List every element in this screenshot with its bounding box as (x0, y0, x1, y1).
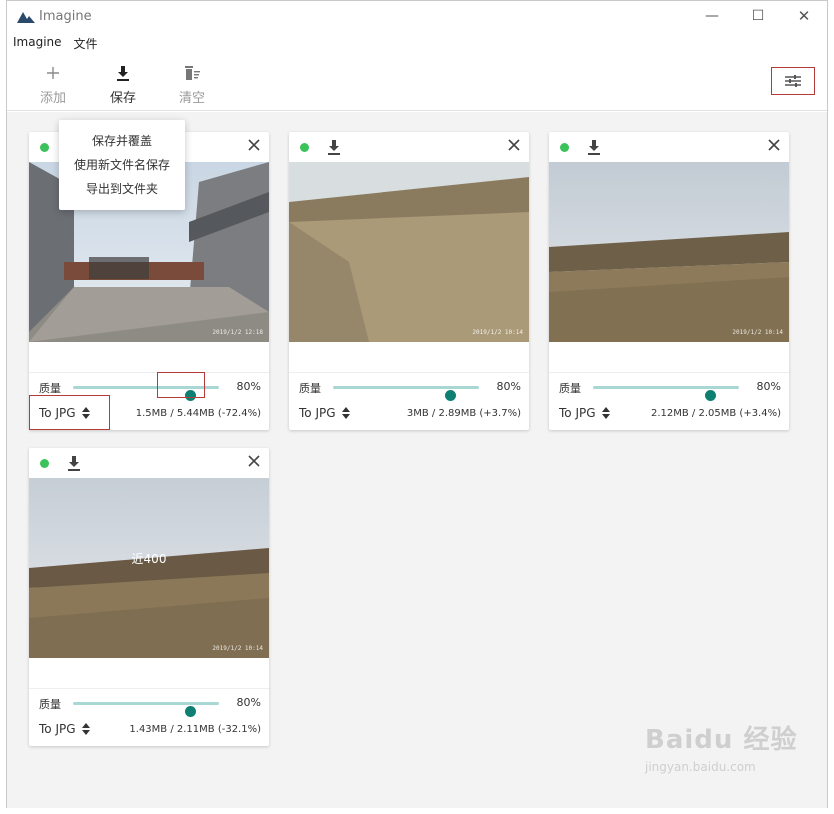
size-info: 3MB / 2.89MB (+3.7%) (406, 408, 521, 419)
download-icon[interactable] (587, 139, 601, 155)
format-label: To JPG (299, 406, 336, 420)
image-grid: 2019/1/2 12:18 质量 80% To JPG 1.5MB / 5.4… (7, 112, 827, 808)
format-select[interactable]: To JPG (299, 406, 350, 420)
close-icon[interactable] (767, 138, 781, 152)
menu-item-save-overwrite[interactable]: 保存并覆盖 (59, 132, 185, 156)
download-icon[interactable] (327, 139, 341, 155)
format-row: To JPG 1.43MB / 2.11MB (-32.1%) (29, 719, 269, 743)
quality-value: 80% (756, 380, 781, 393)
settings-button[interactable] (771, 67, 815, 95)
watermark-main: Baidu 经验 (645, 725, 798, 755)
close-icon[interactable] (247, 138, 261, 152)
app-title: Imagine (39, 9, 92, 24)
slider-thumb[interactable] (444, 390, 456, 401)
sort-arrows-icon (601, 407, 610, 419)
clear-label: 清空 (178, 91, 205, 106)
quality-label: 质量 (39, 382, 61, 395)
quality-label: 质量 (299, 382, 321, 395)
close-icon[interactable] (507, 138, 521, 152)
quality-label: 质量 (39, 698, 61, 711)
trash-icon (185, 66, 200, 80)
card-header (29, 448, 269, 478)
overlay-text: 近400 (131, 552, 167, 566)
minimize-button[interactable]: — (701, 7, 723, 25)
menu-item-save-new-name[interactable]: 使用新文件名保存 (59, 156, 185, 180)
title-bar: Imagine — ☐ ✕ (7, 1, 827, 31)
highlight-format-box (29, 395, 110, 430)
card-footer: 质量 80% To JPG 3MB / 2.89MB (+3.7%) (289, 372, 529, 430)
add-button[interactable]: 添加 (31, 63, 75, 106)
image-card: 近400 2019/1/2 10:14 质量 80% To JPG 1.43MB… (29, 448, 269, 746)
image-timestamp: 2019/1/2 12:18 (212, 329, 263, 336)
size-info: 2.12MB / 2.05MB (+3.4%) (651, 408, 781, 419)
menu-bar: Imagine 文件 (13, 35, 98, 52)
format-label: To JPG (39, 722, 76, 736)
baidu-watermark: Baidu 经验 jingyan.baidu.com (645, 719, 805, 799)
slider-thumb[interactable] (704, 390, 716, 401)
image-preview: 2019/1/2 10:14 (289, 162, 529, 342)
save-menu: 保存并覆盖 使用新文件名保存 导出到文件夹 (59, 120, 185, 210)
image-timestamp: 2019/1/2 10:14 (212, 645, 263, 652)
status-indicator (300, 143, 309, 152)
format-select[interactable]: To JPG (39, 722, 90, 736)
format-row: To JPG 3MB / 2.89MB (+3.7%) (289, 403, 529, 427)
maximize-button[interactable]: ☐ (747, 7, 769, 25)
close-window-button[interactable]: ✕ (793, 7, 815, 25)
quality-slider[interactable] (333, 386, 479, 401)
watermark-sub: jingyan.baidu.com (645, 760, 756, 774)
menu-item-file[interactable]: 文件 (74, 35, 98, 52)
sort-arrows-icon (81, 723, 90, 735)
quality-row: 质量 80% (559, 378, 781, 401)
status-indicator (560, 143, 569, 152)
download-icon (117, 66, 129, 81)
card-header (289, 132, 529, 162)
status-indicator (40, 459, 49, 468)
image-card: 2019/1/2 10:14 质量 80% To JPG (289, 132, 529, 430)
format-label: To JPG (559, 406, 596, 420)
add-label: 添加 (39, 91, 66, 106)
quality-row: 质量 80% (299, 378, 521, 401)
close-icon[interactable] (247, 454, 261, 468)
quality-row: 质量 80% (39, 694, 261, 717)
size-info: 1.5MB / 5.44MB (-72.4%) (135, 408, 261, 419)
image-preview: 2019/1/2 10:14 (549, 162, 789, 342)
toolbar: 添加 保存 清空 (7, 59, 827, 111)
format-select[interactable]: To JPG (559, 406, 610, 420)
slider-thumb[interactable] (184, 706, 196, 717)
quality-slider[interactable] (593, 386, 739, 401)
image-preview: 近400 2019/1/2 10:14 (29, 478, 269, 658)
quality-value: 80% (236, 696, 261, 709)
plus-icon (47, 67, 59, 79)
menu-item-export-folder[interactable]: 导出到文件夹 (59, 180, 185, 204)
sliders-icon (785, 75, 801, 87)
save-button[interactable]: 保存 (101, 63, 145, 106)
card-header (549, 132, 789, 162)
status-indicator (40, 143, 49, 152)
quality-slider[interactable] (73, 702, 219, 717)
card-footer: 质量 80% To JPG 2.12MB / 2.05MB (+3.4%) (549, 372, 789, 430)
image-timestamp: 2019/1/2 10:14 (472, 329, 523, 336)
quality-label: 质量 (559, 382, 581, 395)
menu-item-imagine[interactable]: Imagine (13, 35, 62, 52)
image-card: 2019/1/2 10:14 质量 80% To JPG (549, 132, 789, 430)
quality-value: 80% (496, 380, 521, 393)
image-timestamp: 2019/1/2 10:14 (732, 329, 783, 336)
save-label: 保存 (109, 91, 136, 106)
sort-arrows-icon (341, 407, 350, 419)
app-window: Imagine — ☐ ✕ Imagine 文件 添加 保存 清空 2019/1… (6, 0, 828, 808)
clear-button[interactable]: 清空 (170, 63, 214, 106)
size-info: 1.43MB / 2.11MB (-32.1%) (129, 724, 261, 735)
app-logo-icon (17, 12, 35, 23)
highlight-slider-box (157, 372, 205, 398)
quality-row: 质量 80% (39, 378, 261, 401)
format-row: To JPG 2.12MB / 2.05MB (+3.4%) (549, 403, 789, 427)
quality-value: 80% (236, 380, 261, 393)
download-icon[interactable] (67, 455, 81, 471)
card-footer: 质量 80% To JPG 1.43MB / 2.11MB (-32.1%) (29, 688, 269, 746)
